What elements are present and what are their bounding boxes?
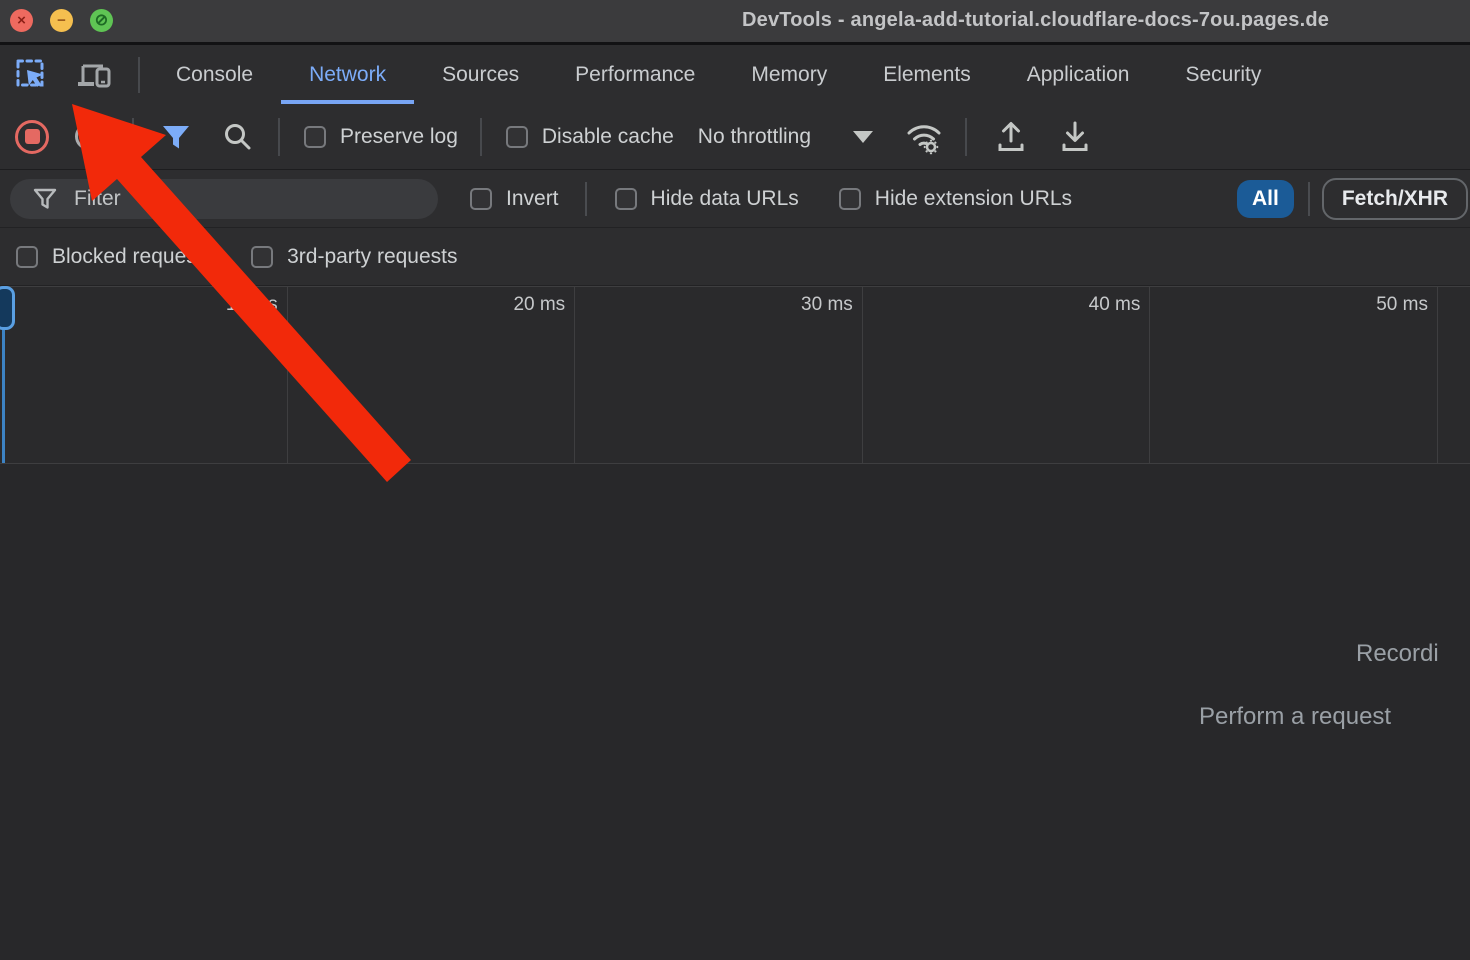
toolbar-divider (965, 118, 967, 156)
timeline-tick-label: 20 ms (513, 294, 565, 315)
filter-funnel-outline-icon (32, 186, 58, 212)
empty-state-recording-text: Recordi (1356, 640, 1439, 668)
checkbox-icon (470, 188, 492, 210)
tab-application[interactable]: Application (1027, 45, 1130, 104)
devtools-tabs: Console Network Sources Performance Memo… (176, 45, 1261, 104)
disable-cache-label: Disable cache (542, 125, 674, 149)
hide-extension-urls-label: Hide extension URLs (875, 187, 1072, 211)
download-icon (1058, 119, 1092, 155)
network-toolbar: Preserve log Disable cache No throttling (0, 104, 1470, 170)
third-party-requests-checkbox[interactable]: 3rd-party requests (251, 245, 457, 269)
overview-left-resize-handle[interactable] (0, 286, 15, 330)
clear-network-log-button[interactable] (75, 123, 102, 150)
timeline-tick-label: 50 ms (1376, 294, 1428, 315)
devtools-tabbar: Console Network Sources Performance Memo… (0, 45, 1470, 104)
traffic-lights: × − ⊘ (10, 9, 113, 32)
device-toolbar-icon (75, 58, 113, 92)
network-requests-empty-area: Recordi Perform a request (0, 464, 1470, 960)
invert-label: Invert (506, 187, 559, 211)
filter-toggle-button[interactable] (156, 121, 196, 153)
toggle-device-toolbar-button[interactable] (72, 55, 116, 95)
record-stop-icon (25, 129, 40, 144)
chevron-down-icon (853, 131, 873, 143)
network-overview-timeline[interactable]: 10 ms 20 ms 30 ms 40 ms 50 ms (0, 286, 1470, 464)
tabbar-divider (138, 57, 140, 93)
network-conditions-button[interactable] (901, 119, 947, 155)
checkbox-icon (839, 188, 861, 210)
timeline-column: 50 ms (1150, 287, 1438, 463)
blocked-requests-label: Blocked requests (52, 245, 213, 269)
toolbar-divider (480, 118, 482, 156)
timeline-column: 20 ms (288, 287, 576, 463)
toolbar-divider (132, 118, 134, 156)
wifi-gear-icon (903, 119, 945, 155)
inspect-cursor-icon (14, 57, 50, 93)
hide-data-urls-label: Hide data URLs (651, 187, 799, 211)
network-filter-row-2: Blocked requests 3rd-party requests (0, 228, 1470, 286)
filter-chip-fetch-xhr[interactable]: Fetch/XHR (1322, 178, 1468, 220)
blocked-requests-checkbox[interactable]: Blocked requests (16, 245, 213, 269)
tab-sources[interactable]: Sources (442, 45, 519, 104)
filter-chip-all[interactable]: All (1237, 180, 1294, 218)
minimize-window-button[interactable]: − (50, 9, 73, 32)
third-party-requests-label: 3rd-party requests (287, 245, 457, 269)
empty-state-perform-request-text: Perform a request (1199, 703, 1391, 731)
export-har-button[interactable] (1053, 119, 1097, 155)
tab-network[interactable]: Network (309, 45, 386, 104)
search-icon (221, 120, 255, 154)
hide-extension-urls-checkbox[interactable]: Hide extension URLs (839, 187, 1072, 211)
timeline-tick-label: 10 ms (226, 294, 278, 315)
throttling-value: No throttling (698, 125, 811, 149)
tab-memory[interactable]: Memory (751, 45, 827, 104)
disable-cache-checkbox[interactable]: Disable cache (506, 125, 674, 149)
filter-divider (1308, 182, 1310, 216)
hide-data-urls-checkbox[interactable]: Hide data URLs (615, 187, 799, 211)
preserve-log-label: Preserve log (340, 125, 458, 149)
titlebar: × − ⊘ DevTools - angela-add-tutorial.clo… (0, 0, 1470, 42)
window-title: DevTools - angela-add-tutorial.cloudflar… (742, 9, 1329, 32)
inspect-element-button[interactable] (10, 55, 54, 95)
search-button[interactable] (218, 120, 258, 154)
tab-performance[interactable]: Performance (575, 45, 695, 104)
tab-elements[interactable]: Elements (883, 45, 971, 104)
upload-icon (994, 119, 1028, 155)
preserve-log-checkbox[interactable]: Preserve log (304, 125, 458, 149)
checkbox-icon (16, 246, 38, 268)
tab-security[interactable]: Security (1185, 45, 1261, 104)
record-stop-button[interactable] (15, 120, 49, 154)
network-filter-row: Invert Hide data URLs Hide extension URL… (0, 170, 1470, 228)
timeline-column: 30 ms (575, 287, 863, 463)
timeline-tick-label: 30 ms (801, 294, 853, 315)
checkbox-icon (615, 188, 637, 210)
filter-divider (585, 182, 587, 216)
invert-checkbox[interactable]: Invert (470, 187, 559, 211)
close-window-button[interactable]: × (10, 9, 33, 32)
checkbox-icon (304, 126, 326, 148)
timeline-column: 10 ms (0, 287, 288, 463)
toolbar-divider (278, 118, 280, 156)
timeline-tick-label: 40 ms (1089, 294, 1141, 315)
filter-input-container[interactable] (10, 179, 438, 219)
checkbox-icon (251, 246, 273, 268)
throttling-dropdown[interactable]: No throttling (698, 125, 873, 149)
filter-funnel-icon (159, 121, 193, 153)
timeline-column: 40 ms (863, 287, 1151, 463)
fullscreen-window-button[interactable]: ⊘ (90, 9, 113, 32)
checkbox-icon (506, 126, 528, 148)
filter-input[interactable] (74, 187, 404, 211)
devtools-window: × − ⊘ DevTools - angela-add-tutorial.clo… (0, 0, 1470, 960)
tab-console[interactable]: Console (176, 45, 253, 104)
import-har-button[interactable] (989, 119, 1033, 155)
